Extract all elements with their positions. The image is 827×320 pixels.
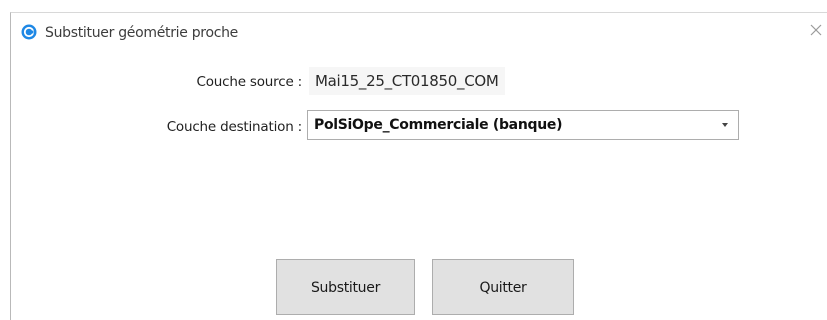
source-layer-label: Couche source : xyxy=(196,74,303,90)
close-icon[interactable] xyxy=(807,21,825,39)
source-layer-value: Mai15_25_CT01850_COM xyxy=(309,67,505,95)
app-logo-icon xyxy=(21,24,37,40)
title-bar: Substituer géométrie proche xyxy=(11,13,827,47)
destination-layer-label: Couche destination : xyxy=(166,119,303,135)
chevron-down-icon xyxy=(722,123,728,127)
destination-layer-select[interactable]: PolSiOpe_Commerciale (banque) xyxy=(307,110,739,140)
quit-button[interactable]: Quitter xyxy=(432,259,574,315)
substitute-button[interactable]: Substituer xyxy=(276,259,415,315)
dialog-window: Substituer géométrie proche Couche sourc… xyxy=(10,12,827,320)
destination-layer-selected-value: PolSiOpe_Commerciale (banque) xyxy=(314,117,563,133)
window-title: Substituer géométrie proche xyxy=(45,25,238,41)
